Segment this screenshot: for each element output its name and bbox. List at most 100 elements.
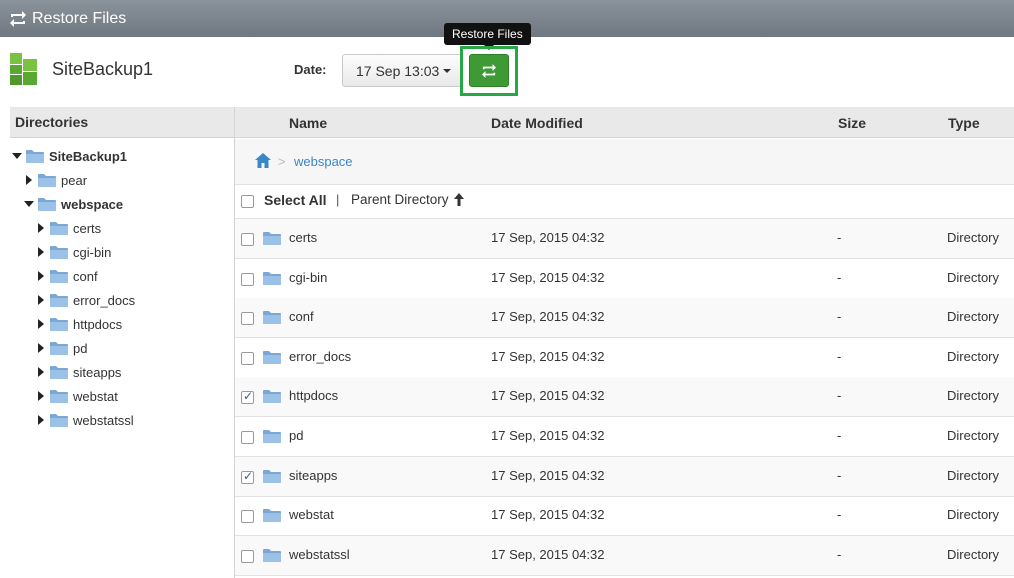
folder-icon [263, 548, 281, 562]
tree-node-siteapps[interactable]: siteapps [36, 362, 121, 382]
collapse-triangle-icon[interactable] [12, 153, 22, 159]
table-row[interactable]: siteapps 17 Sep, 2015 04:32 - Directory [235, 456, 1014, 497]
expand-triangle-icon[interactable] [38, 247, 44, 257]
tree-node-conf[interactable]: conf [36, 266, 98, 286]
select-all-checkbox[interactable] [241, 195, 254, 208]
tree-node-pear[interactable]: pear [24, 170, 87, 190]
row-type: Directory [947, 546, 1000, 562]
row-name[interactable]: cgi-bin [289, 270, 327, 285]
breadcrumb-current[interactable]: webspace [294, 154, 353, 169]
folder-icon [50, 269, 68, 283]
folder-icon [26, 149, 44, 163]
folder-icon [50, 389, 68, 403]
tree-node-pd[interactable]: pd [36, 338, 87, 358]
row-checkbox[interactable] [241, 549, 254, 563]
row-checkbox[interactable] [241, 312, 254, 326]
row-size: - [837, 507, 842, 523]
row-type: Directory [947, 428, 1000, 443]
select-all-label[interactable]: Select All [264, 192, 327, 208]
tree-node-cgi-bin[interactable]: cgi-bin [36, 242, 111, 262]
column-date-modified[interactable]: Date Modified [491, 115, 583, 131]
row-name[interactable]: error_docs [289, 349, 351, 364]
expand-triangle-icon[interactable] [26, 175, 32, 185]
row-checkbox[interactable] [241, 510, 254, 524]
table-row[interactable]: webstatssl 17 Sep, 2015 04:32 - Directory [235, 535, 1014, 576]
restore-files-button[interactable] [469, 54, 509, 87]
expand-triangle-icon[interactable] [38, 223, 44, 233]
tree-node-sitebackup1[interactable]: SiteBackup1 [12, 146, 127, 166]
tree-node-webstat[interactable]: webstat [36, 386, 118, 406]
site-icon [10, 53, 37, 85]
table-row[interactable]: httpdocs 17 Sep, 2015 04:32 - Directory [235, 377, 1014, 418]
row-type: Directory [947, 388, 1000, 404]
row-date-modified: 17 Sep, 2015 04:32 [491, 269, 605, 285]
tree-node-httpdocs[interactable]: httpdocs [36, 314, 122, 334]
expand-triangle-icon[interactable] [38, 271, 44, 281]
home-icon[interactable] [255, 153, 271, 168]
parent-directory-link[interactable]: Parent Directory [351, 192, 464, 207]
tree-node-label: webstat [73, 388, 118, 404]
row-size: - [837, 348, 842, 364]
row-size: - [837, 269, 842, 285]
expand-triangle-icon[interactable] [38, 295, 44, 305]
directories-header: Directories [10, 107, 234, 138]
tree-node-error-docs[interactable]: error_docs [36, 290, 135, 310]
row-size: - [837, 546, 842, 562]
table-row[interactable]: webstat 17 Sep, 2015 04:32 - Directory [235, 496, 1014, 537]
date-label: Date: [294, 62, 327, 77]
table-row[interactable]: error_docs 17 Sep, 2015 04:32 - Directory [235, 338, 1014, 378]
tree-node-webstatssl[interactable]: webstatssl [36, 410, 134, 430]
row-name[interactable]: webstat [289, 507, 334, 522]
expand-triangle-icon[interactable] [38, 415, 44, 425]
expand-triangle-icon[interactable] [38, 391, 44, 401]
table-row[interactable]: conf 17 Sep, 2015 04:32 - Directory [235, 298, 1014, 339]
tree-node-certs[interactable]: certs [36, 218, 101, 238]
row-name[interactable]: httpdocs [289, 388, 338, 403]
folder-icon [38, 197, 56, 211]
breadcrumb-separator: > [278, 154, 286, 169]
row-name[interactable]: conf [289, 309, 314, 324]
column-size[interactable]: Size [838, 115, 866, 131]
date-value: 17 Sep 13:03 [356, 62, 440, 79]
row-checkbox[interactable] [241, 389, 254, 405]
expand-triangle-icon[interactable] [38, 319, 44, 329]
expand-triangle-icon[interactable] [38, 367, 44, 377]
row-checkbox[interactable] [241, 233, 254, 246]
table-row[interactable]: cgi-bin 17 Sep, 2015 04:32 - Directory [235, 259, 1014, 299]
row-size: - [837, 388, 842, 404]
folder-icon [263, 429, 281, 443]
row-size: - [837, 467, 842, 483]
row-checkbox[interactable] [241, 351, 254, 365]
date-dropdown[interactable]: 17 Sep 13:03 [342, 54, 462, 87]
tree-node-webspace[interactable]: webspace [24, 194, 123, 214]
row-date-modified: 17 Sep, 2015 04:32 [491, 230, 605, 245]
folder-icon [50, 293, 68, 307]
column-name[interactable]: Name [289, 115, 327, 131]
tree-node-label: error_docs [73, 292, 136, 308]
row-checkbox[interactable] [241, 272, 254, 286]
table-row[interactable]: pd 17 Sep, 2015 04:32 - Directory [235, 417, 1014, 457]
row-checkbox[interactable] [241, 431, 254, 444]
table-row[interactable]: certs 17 Sep, 2015 04:32 - Directory [235, 219, 1014, 259]
row-date-modified: 17 Sep, 2015 04:32 [491, 546, 605, 562]
row-name[interactable]: pd [289, 428, 303, 443]
tree-node-label: conf [73, 268, 98, 284]
row-date-modified: 17 Sep, 2015 04:32 [491, 309, 605, 325]
expand-triangle-icon[interactable] [38, 343, 44, 353]
caret-down-icon [443, 68, 452, 73]
column-type[interactable]: Type [948, 115, 980, 131]
separator: | [336, 192, 340, 207]
row-date-modified: 17 Sep, 2015 04:32 [491, 507, 605, 523]
folder-icon [263, 231, 281, 245]
tree-node-label: siteapps [73, 364, 122, 380]
breadcrumb: > webspace [235, 139, 1014, 185]
row-name[interactable]: siteapps [289, 468, 337, 483]
row-checkbox[interactable] [241, 469, 254, 484]
folder-icon [263, 350, 281, 364]
row-name[interactable]: webstatssl [289, 547, 350, 562]
collapse-triangle-icon[interactable] [24, 201, 34, 207]
tree-node-label: httpdocs [73, 316, 123, 332]
restore-tooltip: Restore Files [444, 23, 531, 50]
folder-icon [50, 341, 68, 355]
row-name[interactable]: certs [289, 230, 317, 245]
